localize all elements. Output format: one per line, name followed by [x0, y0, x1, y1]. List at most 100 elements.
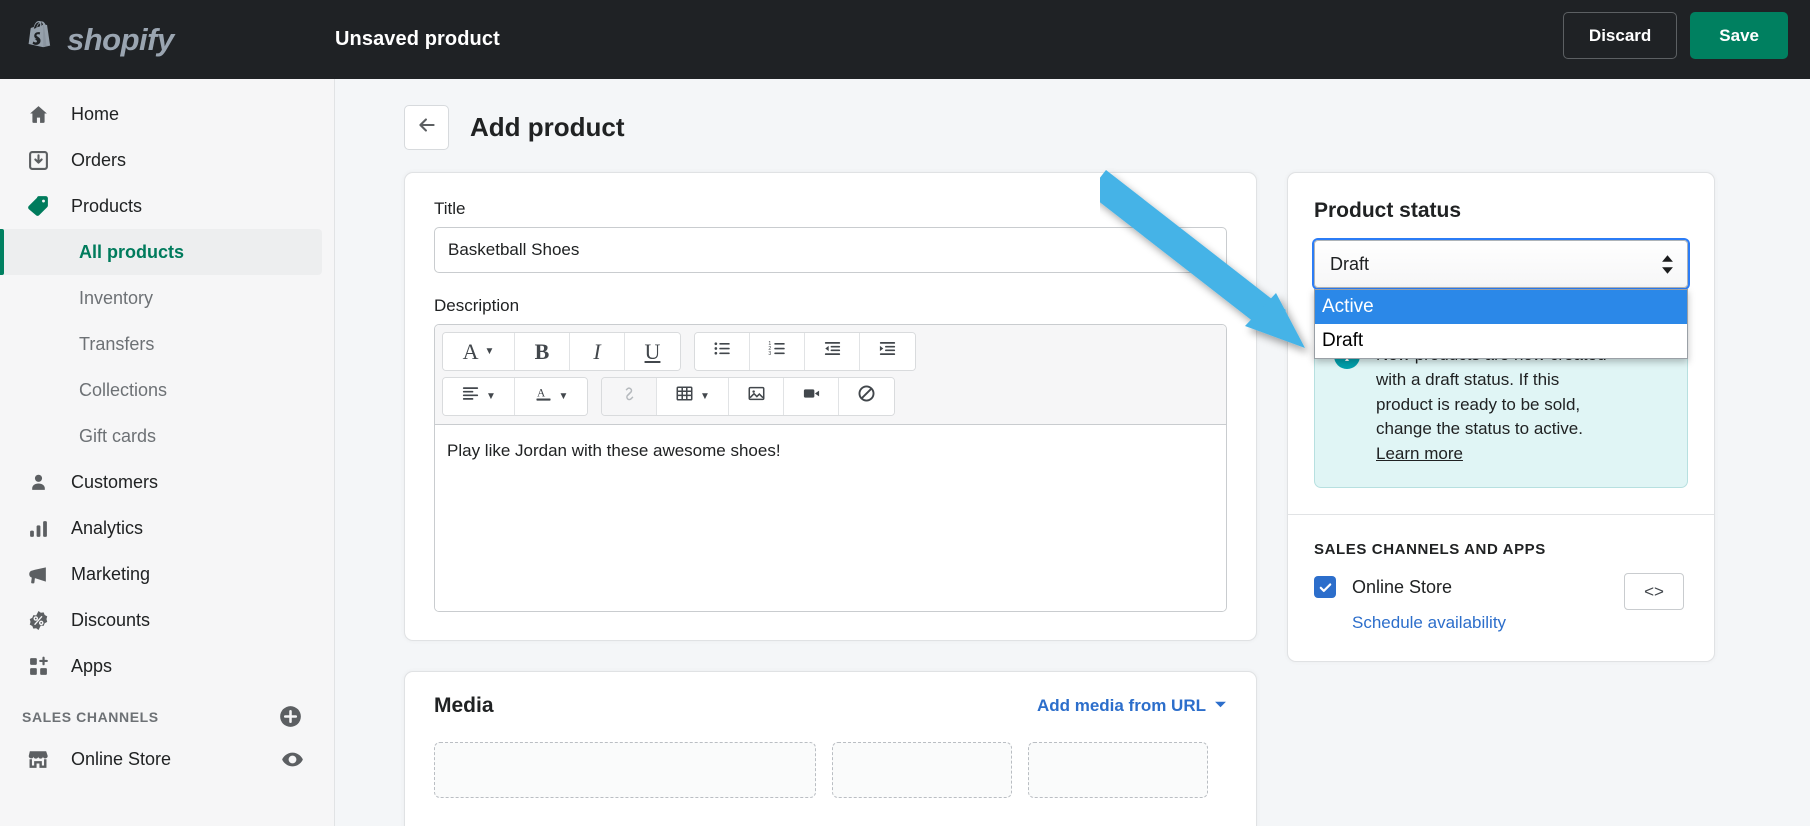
indent-icon: [878, 339, 897, 364]
description-text[interactable]: Play like Jordan with these awesome shoe…: [435, 425, 1226, 611]
sidebar-item-collections[interactable]: Collections: [0, 367, 334, 413]
product-status-option-active[interactable]: Active: [1315, 290, 1687, 324]
media-dropzone[interactable]: [832, 742, 1012, 798]
list-indent-group: 123: [694, 332, 916, 371]
sidebar-item-all-products[interactable]: All products: [0, 229, 322, 275]
sidebar-item-online-store[interactable]: Online Store: [0, 736, 334, 782]
align-left-icon: [461, 384, 480, 409]
sidebar-subitem-label: Transfers: [79, 333, 155, 354]
product-status-value: Draft: [1330, 253, 1370, 274]
image-icon: [747, 384, 766, 409]
product-details-card: Title Description A ▼: [404, 172, 1257, 641]
sidebar-item-home[interactable]: Home: [0, 91, 334, 137]
align-color-group: ▼ A ▼: [442, 377, 588, 416]
chevron-down-icon: ▼: [700, 391, 710, 402]
numbered-list-button[interactable]: 123: [750, 333, 805, 370]
sidebar-item-discounts[interactable]: Discounts: [0, 597, 334, 643]
add-media-from-url-button[interactable]: Add media from URL: [1037, 696, 1227, 716]
eye-icon[interactable]: [281, 748, 304, 771]
align-button[interactable]: ▼: [443, 378, 515, 415]
arrow-left-icon: [416, 114, 438, 141]
chevron-down-icon: ▼: [558, 391, 569, 402]
sidebar-item-inventory[interactable]: Inventory: [0, 275, 334, 321]
product-status-title: Product status: [1314, 199, 1462, 222]
bold-button[interactable]: B: [515, 333, 570, 370]
title-input[interactable]: [434, 227, 1227, 273]
media-dropzone[interactable]: [434, 742, 816, 798]
sidebar-item-products[interactable]: Products: [0, 183, 334, 229]
product-tag-icon: [24, 193, 52, 219]
insert-video-button[interactable]: [784, 378, 839, 415]
sidebar-item-label: Discounts: [71, 609, 151, 630]
main-content: Add product Title Description: [336, 79, 1810, 826]
sidebar-item-transfers[interactable]: Transfers: [0, 321, 334, 367]
sidebar-subitem-label: Inventory: [79, 287, 154, 308]
back-button[interactable]: [404, 105, 449, 150]
shopify-logo[interactable]: shopify: [0, 20, 335, 59]
sales-channels-and-apps-heading: SALES CHANNELS AND APPS: [1314, 541, 1546, 559]
sidebar-item-label: Online Store: [71, 748, 172, 769]
analytics-bars-icon: [24, 515, 52, 541]
font-style-button[interactable]: A ▼: [443, 333, 515, 370]
shopify-admin-screen: shopify Unsaved product Discard Save Hom…: [0, 0, 1810, 826]
chevron-down-icon: [1214, 696, 1227, 716]
title-label: Title: [434, 199, 466, 218]
customer-person-icon: [24, 469, 52, 495]
media-dropzone-row: [405, 718, 1256, 798]
sidebar-item-marketing[interactable]: Marketing: [0, 551, 334, 597]
home-icon: [24, 101, 52, 127]
window-title: Unsaved product: [335, 28, 500, 50]
sidebar-item-analytics[interactable]: Analytics: [0, 505, 334, 551]
insert-group: ▼: [601, 377, 895, 416]
insert-link-button: [602, 378, 657, 415]
media-dropzone[interactable]: [1028, 742, 1208, 798]
learn-more-link[interactable]: Learn more: [1376, 444, 1463, 463]
sales-channels-title: SALES CHANNELS: [22, 708, 159, 725]
clear-formatting-icon: [857, 384, 876, 409]
underline-button[interactable]: U: [625, 333, 680, 370]
online-store-label: Online Store: [1352, 576, 1453, 597]
primary-column: Title Description A ▼: [404, 172, 1684, 826]
chevron-down-icon: ▼: [486, 391, 496, 402]
svg-text:A: A: [537, 388, 546, 400]
bold-icon: B: [534, 338, 550, 364]
sidebar-item-label: Home: [71, 103, 120, 124]
sidebar-item-apps[interactable]: Apps: [0, 643, 334, 689]
sidebar-item-label: Customers: [71, 471, 159, 492]
banner-text: New products are now created with a draf…: [1376, 343, 1613, 467]
product-status-select[interactable]: Draft: [1314, 240, 1688, 288]
bulleted-list-button[interactable]: [695, 333, 750, 370]
discard-button[interactable]: Discard: [1562, 12, 1678, 59]
sidebar-item-customers[interactable]: Customers: [0, 459, 334, 505]
sidebar-item-orders[interactable]: Orders: [0, 137, 334, 183]
sidebar-item-gift-cards[interactable]: Gift cards: [0, 413, 334, 459]
link-icon: [620, 384, 639, 409]
clear-formatting-button[interactable]: [839, 378, 894, 415]
sidebar-subitem-label: Collections: [79, 379, 168, 400]
indent-button[interactable]: [860, 333, 915, 370]
product-status-option-draft[interactable]: Draft: [1315, 324, 1687, 358]
numbered-list-icon: 123: [768, 339, 787, 364]
add-media-from-url-label: Add media from URL: [1036, 696, 1206, 715]
discount-badge-icon: [24, 607, 52, 633]
code-view-button[interactable]: <>: [1624, 573, 1684, 610]
save-button[interactable]: Save: [1690, 12, 1788, 59]
online-store-checkbox[interactable]: [1314, 576, 1336, 599]
table-icon: [675, 384, 694, 409]
outdent-icon: [823, 339, 842, 364]
text-color-icon: A: [534, 384, 553, 409]
insert-image-button[interactable]: [729, 378, 784, 415]
italic-button[interactable]: I: [570, 333, 625, 370]
circle-plus-icon[interactable]: [279, 705, 302, 728]
outdent-button[interactable]: [805, 333, 860, 370]
page-header: Add product: [336, 79, 1810, 150]
sidebar-item-label: Orders: [71, 149, 127, 170]
sidebar-subitem-label: All products: [79, 241, 185, 262]
editor-toolbar-row-1: A ▼ B I U 1 2 3: [442, 332, 1219, 371]
description-label: Description: [434, 296, 520, 315]
insert-table-button[interactable]: ▼: [657, 378, 729, 415]
sidebar-item-label: Analytics: [71, 517, 144, 538]
text-color-button[interactable]: A ▼: [515, 378, 587, 415]
shopify-bag-icon: [28, 20, 51, 47]
svg-text:3: 3: [768, 351, 771, 357]
